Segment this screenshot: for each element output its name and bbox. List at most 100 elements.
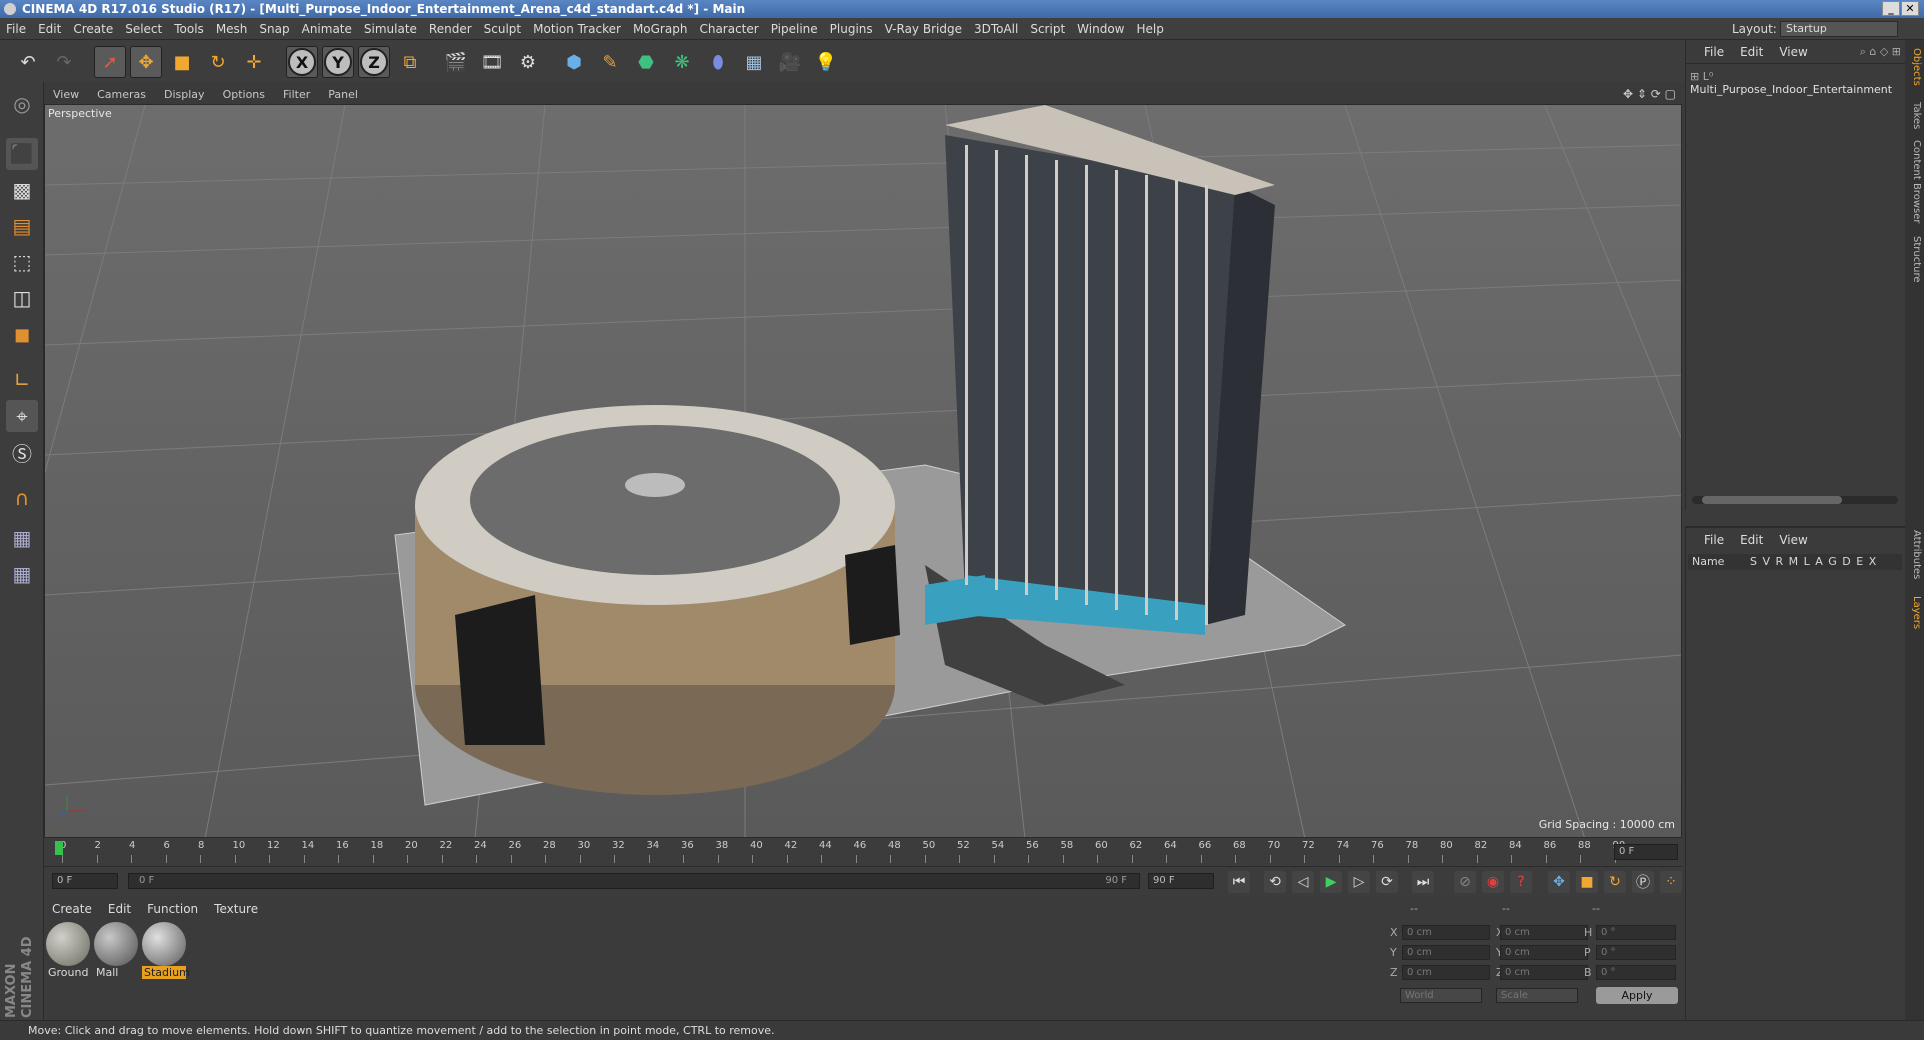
material-ground[interactable]: Ground <box>46 922 90 979</box>
workplane-lock-icon[interactable]: ▦ <box>6 522 38 554</box>
axis-mode-icon[interactable]: ∟ <box>6 364 38 396</box>
menu-vray-bridge[interactable]: V-Ray Bridge <box>879 18 968 40</box>
coordinate-system-icon[interactable]: ⧉ <box>394 46 426 78</box>
scrollbar-thumb[interactable] <box>1702 496 1842 504</box>
menu-animate[interactable]: Animate <box>296 18 358 40</box>
render-settings-icon[interactable]: ⚙ <box>512 46 544 78</box>
tab-structure[interactable]: Structure <box>1907 236 1922 283</box>
model-mode-icon[interactable]: ⬛ <box>6 138 38 170</box>
layer-menu-edit[interactable]: Edit <box>1732 528 1771 552</box>
key-help-icon[interactable]: ? <box>1510 871 1532 893</box>
tab-objects[interactable]: Objects <box>1907 48 1922 86</box>
undo-icon[interactable]: ↶ <box>12 46 44 78</box>
x-axis-icon[interactable]: X <box>286 46 318 78</box>
tab-takes[interactable]: Takes <box>1907 102 1922 129</box>
menu-help[interactable]: Help <box>1130 18 1169 40</box>
rotate-icon[interactable]: ↻ <box>202 46 234 78</box>
key-parameter-icon[interactable]: Ⓟ <box>1632 871 1654 893</box>
render-picture-viewer-icon[interactable]: 🎞 <box>476 46 508 78</box>
menu-plugins[interactable]: Plugins <box>824 18 879 40</box>
go-to-end-icon[interactable]: ⏭ <box>1412 871 1434 893</box>
timeline-ruler[interactable]: 0 2 4 6 8 10 12 14 16 18 20 22 24 26 28 30 32 34 36 38 40 42 4… <box>44 838 1682 866</box>
position-y-field[interactable]: 0 cm <box>1402 945 1490 960</box>
position-x-field[interactable]: 0 cm <box>1402 925 1490 940</box>
menu-select[interactable]: Select <box>119 18 168 40</box>
points-mode-icon[interactable]: ⬚ <box>6 246 38 278</box>
render-view-icon[interactable]: 🎬 <box>440 46 472 78</box>
viewport-menu-options[interactable]: Options <box>214 85 274 105</box>
camera-icon[interactable]: 🎥 <box>774 46 806 78</box>
current-frame-field[interactable]: 0 F <box>1614 844 1678 860</box>
end-frame-field[interactable]: 90 F <box>1148 873 1214 889</box>
viewport-menu-panel[interactable]: Panel <box>319 85 367 105</box>
coord-system-select[interactable]: World <box>1400 988 1482 1003</box>
edges-mode-icon[interactable]: ◫ <box>6 282 38 314</box>
next-frame-icon[interactable]: ▷ <box>1348 871 1370 893</box>
viewport-nav-icons[interactable]: ✥ ⇕ ⟳ ▢ <box>1623 84 1676 104</box>
move-icon[interactable]: ✥ <box>130 46 162 78</box>
menu-mesh[interactable]: Mesh <box>210 18 254 40</box>
object-menu-view[interactable]: View <box>1771 40 1815 64</box>
size-z-field[interactable]: 0 cm <box>1500 965 1588 980</box>
menu-window[interactable]: Window <box>1071 18 1130 40</box>
z-axis-icon[interactable]: Z <box>358 46 390 78</box>
playhead[interactable] <box>55 841 63 855</box>
layout-select[interactable]: Startup <box>1780 21 1898 37</box>
y-axis-icon[interactable]: Y <box>322 46 354 78</box>
pen-icon[interactable]: ✎ <box>594 46 626 78</box>
material-menu-texture[interactable]: Texture <box>206 898 266 920</box>
deformer-icon[interactable]: ⬮ <box>702 46 734 78</box>
key-position-icon[interactable]: ✥ <box>1548 871 1570 893</box>
record-keys-icon[interactable]: ⊘ <box>1454 871 1476 893</box>
rotation-b-field[interactable]: 0 ° <box>1596 965 1676 980</box>
previous-key-icon[interactable]: ⟲ <box>1264 871 1286 893</box>
light-icon[interactable]: 💡 <box>810 46 842 78</box>
auto-key-icon[interactable]: ◉ <box>1482 871 1504 893</box>
object-menu-file[interactable]: File <box>1696 40 1732 64</box>
menu-tools[interactable]: Tools <box>168 18 210 40</box>
subdivision-icon[interactable]: ⬣ <box>630 46 662 78</box>
menu-sculpt[interactable]: Sculpt <box>478 18 527 40</box>
tab-content-browser[interactable]: Content Browser <box>1907 140 1922 223</box>
material-menu-create[interactable]: Create <box>44 898 100 920</box>
cube-icon[interactable]: ⬢ <box>558 46 590 78</box>
key-pla-icon[interactable]: ⁘ <box>1660 871 1682 893</box>
position-z-field[interactable]: 0 cm <box>1402 965 1490 980</box>
size-y-field[interactable]: 0 cm <box>1500 945 1588 960</box>
go-to-start-icon[interactable]: ⏮ <box>1228 871 1250 893</box>
workplane-mode-icon[interactable]: ▤ <box>6 210 38 242</box>
menu-snap[interactable]: Snap <box>253 18 295 40</box>
size-mode-select[interactable]: Scale <box>1496 988 1578 1003</box>
menu-create[interactable]: Create <box>67 18 119 40</box>
menu-simulate[interactable]: Simulate <box>358 18 423 40</box>
material-mall[interactable]: Mall <box>94 922 138 979</box>
magnet-icon[interactable]: ∩ <box>6 482 38 514</box>
tab-layers[interactable]: Layers <box>1907 596 1922 629</box>
redo-icon[interactable]: ↷ <box>48 46 80 78</box>
transform-icon[interactable]: ✛ <box>238 46 270 78</box>
tweak-mode-icon[interactable]: ⌖ <box>6 400 38 432</box>
material-stadium[interactable]: Stadium <box>142 922 190 979</box>
rotation-p-field[interactable]: 0 ° <box>1596 945 1676 960</box>
viewport-menu-filter[interactable]: Filter <box>274 85 319 105</box>
menu-edit[interactable]: Edit <box>32 18 67 40</box>
start-frame-field[interactable]: 0 F <box>52 873 118 889</box>
viewport-menu-view[interactable]: View <box>44 85 88 105</box>
minimize-button[interactable]: _ <box>1882 1 1900 16</box>
menu-file[interactable]: File <box>0 18 32 40</box>
material-menu-function[interactable]: Function <box>139 898 206 920</box>
layer-menu-view[interactable]: View <box>1771 528 1815 552</box>
perspective-viewport[interactable]: Perspective Grid Spacing : 10000 cm <box>44 104 1682 838</box>
menu-script[interactable]: Script <box>1024 18 1071 40</box>
floor-icon[interactable]: ▦ <box>738 46 770 78</box>
play-icon[interactable]: ▶ <box>1320 871 1342 893</box>
object-manager-search-icon[interactable]: ⌕ ⌂ ◇ ⊞ <box>1860 40 1901 64</box>
snap-icon[interactable]: Ⓢ <box>6 436 38 468</box>
viewport-menu-cameras[interactable]: Cameras <box>88 85 155 105</box>
menu-character[interactable]: Character <box>693 18 764 40</box>
next-key-icon[interactable]: ⟳ <box>1376 871 1398 893</box>
workplane-align-icon[interactable]: ▦ <box>6 558 38 590</box>
object-menu-edit[interactable]: Edit <box>1732 40 1771 64</box>
live-selection-icon[interactable]: ➚ <box>94 46 126 78</box>
apply-button[interactable]: Apply <box>1596 987 1678 1004</box>
